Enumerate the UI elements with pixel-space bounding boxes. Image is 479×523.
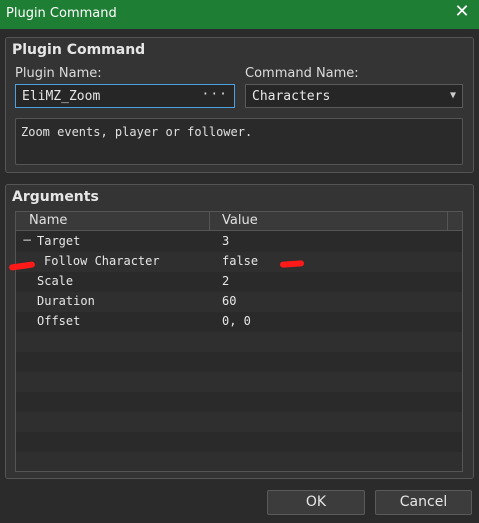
argument-name: Duration — [37, 294, 95, 308]
close-icon[interactable]: ✕ — [453, 3, 471, 21]
argument-name: Follow Character — [44, 254, 160, 268]
empty-row — [16, 372, 462, 392]
plugin-command-group: Plugin Command Plugin Name: EliMZ_Zoom ·… — [5, 37, 474, 173]
empty-row — [16, 432, 462, 452]
argument-name: Scale — [37, 274, 74, 288]
empty-row — [16, 412, 462, 432]
table-row[interactable]: Scale 2 — [16, 272, 462, 292]
table-row[interactable]: Follow Character false — [16, 252, 462, 272]
argument-value[interactable]: 3 — [222, 234, 229, 248]
argument-value[interactable]: 2 — [222, 274, 229, 288]
argument-name: Target — [37, 234, 81, 248]
group-title-arguments: Arguments — [12, 189, 99, 205]
browse-icon[interactable]: ··· — [202, 87, 228, 102]
empty-row — [16, 452, 462, 471]
arguments-group: Arguments Name Value − Target 3 Follow C… — [5, 184, 474, 479]
title-bar: Plugin Command ✕ — [0, 0, 479, 29]
argument-value[interactable]: 60 — [222, 294, 236, 308]
empty-row — [16, 332, 462, 352]
ok-button[interactable]: OK — [267, 490, 365, 515]
command-name-select[interactable]: Characters ▼ — [245, 84, 463, 108]
table-header: Name Value — [16, 212, 462, 231]
empty-row — [16, 392, 462, 412]
group-title-plugin-command: Plugin Command — [12, 42, 146, 58]
column-header-value[interactable]: Value — [222, 213, 258, 228]
description-text: Zoom events, player or follower. — [21, 125, 253, 139]
description-box: Zoom events, player or follower. — [15, 118, 463, 165]
table-row[interactable]: Offset 0, 0 — [16, 312, 462, 332]
table-row[interactable]: − Target 3 — [16, 232, 462, 252]
argument-value[interactable]: 0, 0 — [222, 314, 251, 328]
chevron-down-icon: ▼ — [449, 90, 456, 101]
argument-value[interactable]: false — [222, 254, 258, 268]
command-name-label: Command Name: — [245, 66, 359, 81]
cancel-button[interactable]: Cancel — [375, 490, 472, 515]
collapse-icon[interactable]: − — [22, 233, 32, 247]
plugin-name-field[interactable]: EliMZ_Zoom ··· — [15, 84, 235, 108]
plugin-name-value: EliMZ_Zoom — [22, 89, 101, 104]
plugin-name-label: Plugin Name: — [15, 66, 102, 81]
window-title: Plugin Command — [6, 6, 117, 21]
argument-name: Offset — [37, 314, 81, 328]
table-row[interactable]: Duration 60 — [16, 292, 462, 312]
column-header-name[interactable]: Name — [29, 213, 67, 228]
command-name-value: Characters — [252, 89, 331, 104]
empty-row — [16, 352, 462, 372]
arguments-table[interactable]: Name Value − Target 3 Follow Character f… — [15, 211, 463, 472]
